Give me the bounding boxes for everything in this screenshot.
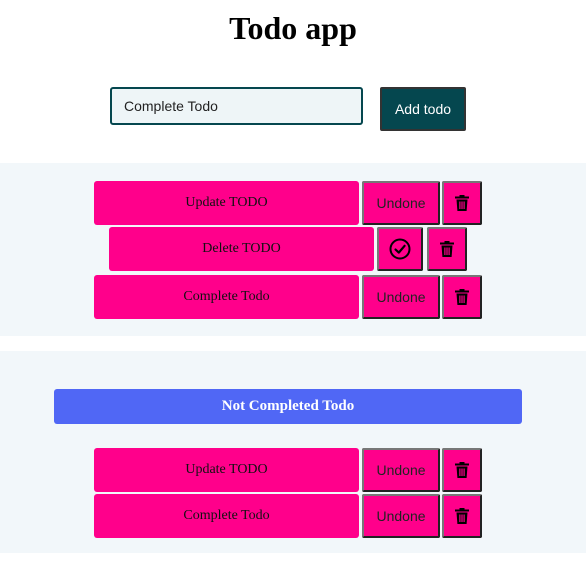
delete-button[interactable] [442, 181, 482, 225]
trash-icon [440, 241, 454, 257]
delete-button[interactable] [427, 227, 467, 271]
todo-item: Complete Todo Undone [94, 275, 484, 319]
todo-item: Update TODO Undone [94, 181, 484, 225]
todo-text[interactable]: Complete Todo [94, 494, 359, 538]
completed-button[interactable] [377, 227, 423, 271]
todo-item: Update TODO Undone [94, 448, 484, 492]
filtered-list-section: Update TODO Undone Complete Todo Undone [0, 351, 586, 553]
todo-text[interactable]: Delete TODO [109, 227, 374, 271]
page-title: Todo app [229, 10, 357, 46]
todo-input[interactable] [110, 87, 363, 125]
filter-banner[interactable]: Not Completed Todo [54, 389, 522, 424]
trash-icon [455, 289, 469, 305]
todo-item: Delete TODO [109, 227, 469, 271]
trash-icon [455, 462, 469, 478]
todo-list-section: Update TODO Undone Delete TODO Complete … [0, 163, 586, 336]
todo-text[interactable]: Update TODO [94, 448, 359, 492]
delete-button[interactable] [442, 494, 482, 538]
trash-icon [455, 195, 469, 211]
add-todo-button[interactable]: Add todo [380, 87, 466, 131]
todo-item: Complete Todo Undone [94, 494, 484, 538]
trash-icon [455, 508, 469, 524]
check-circle-icon [389, 238, 411, 260]
undone-button[interactable]: Undone [362, 494, 440, 538]
delete-button[interactable] [442, 448, 482, 492]
undone-button[interactable]: Undone [362, 181, 440, 225]
todo-text[interactable]: Update TODO [94, 181, 359, 225]
undone-button[interactable]: Undone [362, 448, 440, 492]
todo-text[interactable]: Complete Todo [94, 275, 359, 319]
undone-button[interactable]: Undone [362, 275, 440, 319]
delete-button[interactable] [442, 275, 482, 319]
